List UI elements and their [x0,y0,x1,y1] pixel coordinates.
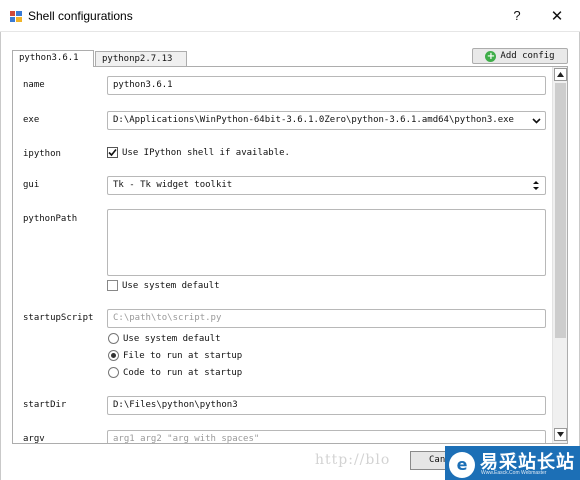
name-label: name [23,80,45,90]
startupscript-label: startupScript [23,313,94,323]
radio-button-selected[interactable] [108,350,119,361]
help-button[interactable]: ? [506,6,528,26]
radio-button[interactable] [108,333,119,344]
window-title: Shell configurations [28,9,133,23]
scrollbar-thumb[interactable] [555,83,566,338]
config-panel: name python3.6.1 exe D:\Applications\Win… [12,66,568,444]
startup-option-system-default[interactable]: Use system default [108,333,221,344]
title-bar: Shell configurations ? ✕ [0,0,580,32]
argv-label: argv [23,434,45,444]
startupscript-field[interactable]: C:\path\to\script.py [107,309,546,328]
exe-value: D:\Applications\WinPython-64bit-3.6.1.0Z… [113,115,514,125]
plus-icon: + [485,50,497,62]
add-config-button[interactable]: + Add config [472,48,568,64]
watermark-logo-icon: e [449,452,475,478]
tab-pythonp2-7-13[interactable]: pythonp2.7.13 [95,51,187,66]
scroll-up-icon[interactable] [554,68,567,81]
pythonpath-default-label: Use system default [122,280,220,291]
pythonpath-default-option[interactable]: Use system default [107,280,220,291]
startdir-field[interactable]: D:\Files\python\python3 [107,396,546,415]
updown-arrow-icon[interactable] [527,177,545,194]
tab-python3-6-1[interactable]: python3.6.1 [12,50,94,67]
startup-option-label: File to run at startup [123,350,243,361]
chevron-down-icon[interactable] [527,112,545,129]
startup-option-label: Use system default [123,333,221,344]
startup-option-label: Code to run at startup [123,367,243,378]
startupscript-placeholder: C:\path\to\script.py [113,313,222,323]
pythonpath-textarea[interactable] [107,209,546,276]
watermark-badge: e 易采站长站 Www.Easck.Com Webmaster [445,446,580,480]
name-field[interactable]: python3.6.1 [107,76,546,95]
add-config-label: Add config [500,51,555,61]
ipython-checkbox-label: Use IPython shell if available. [122,147,290,158]
gui-select[interactable]: Tk - Tk widget toolkit [107,176,546,195]
startup-option-file[interactable]: File to run at startup [108,350,242,361]
ipython-option[interactable]: Use IPython shell if available. [107,147,290,158]
radio-button[interactable] [108,367,119,378]
watermark-site-url: Www.Easck.Com Webmaster [481,470,547,476]
window-border-left [0,32,1,480]
watermark-url: http://blo [315,452,391,468]
argv-field[interactable]: arg1 arg2 "arg with spaces" [107,430,546,444]
exe-label: exe [23,115,40,125]
gui-label: gui [23,180,40,190]
vertical-scrollbar[interactable] [552,67,567,443]
scroll-down-icon[interactable] [554,428,567,441]
ipython-label: ipython [23,149,61,159]
startdir-label: startDir [23,400,67,410]
close-button[interactable]: ✕ [546,6,568,26]
ipython-checkbox[interactable] [107,147,118,158]
pythonpath-default-checkbox[interactable] [107,280,118,291]
startup-option-code[interactable]: Code to run at startup [108,367,242,378]
app-icon [10,11,22,22]
gui-value: Tk - Tk widget toolkit [113,180,233,190]
argv-placeholder: arg1 arg2 "arg with spaces" [113,434,260,444]
exe-combobox[interactable]: D:\Applications\WinPython-64bit-3.6.1.0Z… [107,111,546,130]
pythonpath-label: pythonPath [23,214,78,224]
